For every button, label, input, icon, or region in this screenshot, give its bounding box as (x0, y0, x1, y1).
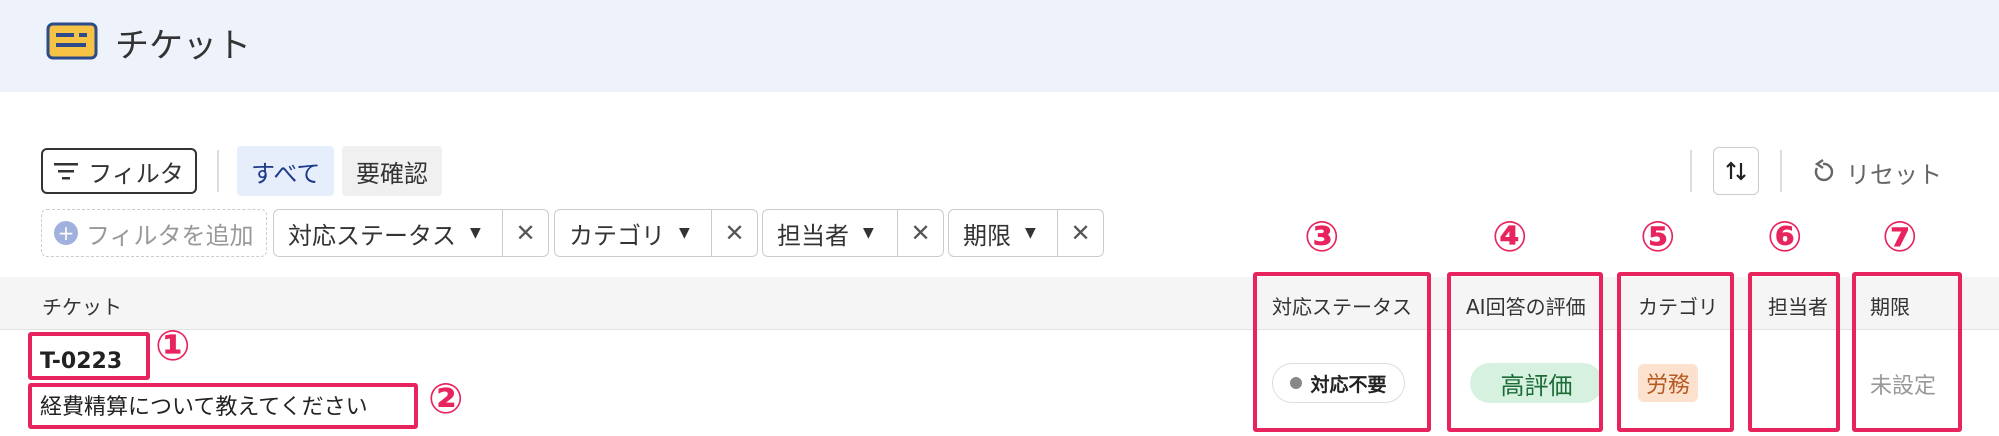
annotation-box-3 (1253, 272, 1431, 432)
filter-chip-status: 対応ステータス ▼ ✕ (273, 209, 549, 257)
annotation-box-6 (1748, 272, 1840, 432)
sort-arrows-icon (1726, 161, 1746, 181)
annotation-box-1 (28, 332, 150, 380)
filter-chip-label: 担当者 (777, 221, 849, 250)
filter-chip-category-dropdown[interactable]: カテゴリ ▼ (555, 210, 704, 256)
reset-button[interactable]: リセット (1810, 152, 1942, 192)
filter-chip-label: カテゴリ (569, 221, 665, 250)
add-filter-label: フィルタを追加 (86, 221, 254, 250)
caret-down-icon: ▼ (679, 225, 690, 241)
reset-icon (1814, 159, 1834, 182)
filter-chip-label: 対応ステータス (288, 221, 456, 250)
filter-chip-deadline-dropdown[interactable]: 期限 ▼ (949, 210, 1050, 256)
annotation-box-4 (1447, 272, 1603, 432)
filter-chip-label: 期限 (963, 221, 1011, 250)
page-title: チケット (115, 26, 251, 66)
annotation-number-4: ④ (1492, 212, 1528, 261)
close-icon: ✕ (515, 219, 536, 247)
caret-down-icon: ▼ (863, 225, 874, 241)
filter-icon (54, 163, 79, 180)
view-tab-needs-review[interactable]: 要確認 (342, 146, 442, 196)
filter-chip-category: カテゴリ ▼ ✕ (554, 209, 758, 257)
column-header-ticket[interactable]: チケット (42, 291, 122, 320)
page-header: チケット (0, 0, 1999, 92)
annotation-number-2: ② (428, 374, 464, 423)
filter-chip-deadline: 期限 ▼ ✕ (948, 209, 1104, 257)
annotation-number-6: ⑥ (1767, 212, 1803, 261)
caret-down-icon: ▼ (470, 225, 481, 241)
filter-button[interactable]: フィルタ (41, 148, 197, 194)
caret-down-icon: ▼ (1025, 225, 1036, 241)
view-tab-all[interactable]: すべて (237, 146, 335, 196)
toolbar-divider-reset (1780, 150, 1782, 192)
remove-filter-deadline-button[interactable]: ✕ (1057, 210, 1103, 256)
sort-button[interactable] (1713, 147, 1759, 195)
annotation-box-7 (1852, 272, 1962, 432)
toolbar-divider (217, 150, 219, 192)
ticket-icon (46, 22, 98, 60)
add-filter-button[interactable]: + フィルタを追加 (41, 209, 267, 257)
remove-filter-category-button[interactable]: ✕ (711, 210, 757, 256)
filter-chip-status-dropdown[interactable]: 対応ステータス ▼ (274, 210, 495, 256)
close-icon: ✕ (724, 219, 745, 247)
annotation-number-5: ⑤ (1640, 212, 1676, 261)
annotation-number-3: ③ (1304, 212, 1340, 261)
toolbar-divider-right (1690, 150, 1692, 192)
annotation-number-1: ① (155, 321, 191, 370)
annotation-number-7: ⑦ (1882, 212, 1918, 261)
filter-chip-assignee: 担当者 ▼ ✕ (762, 209, 944, 257)
annotation-box-5 (1617, 272, 1734, 432)
close-icon: ✕ (910, 219, 931, 247)
filter-chip-assignee-dropdown[interactable]: 担当者 ▼ (763, 210, 888, 256)
remove-filter-status-button[interactable]: ✕ (502, 210, 548, 256)
remove-filter-assignee-button[interactable]: ✕ (897, 210, 943, 256)
plus-circle-icon: + (54, 221, 78, 245)
filter-button-label: フィルタ (88, 159, 184, 188)
close-icon: ✕ (1070, 219, 1091, 247)
reset-label: リセット (1846, 160, 1942, 189)
annotation-box-2 (28, 383, 418, 429)
